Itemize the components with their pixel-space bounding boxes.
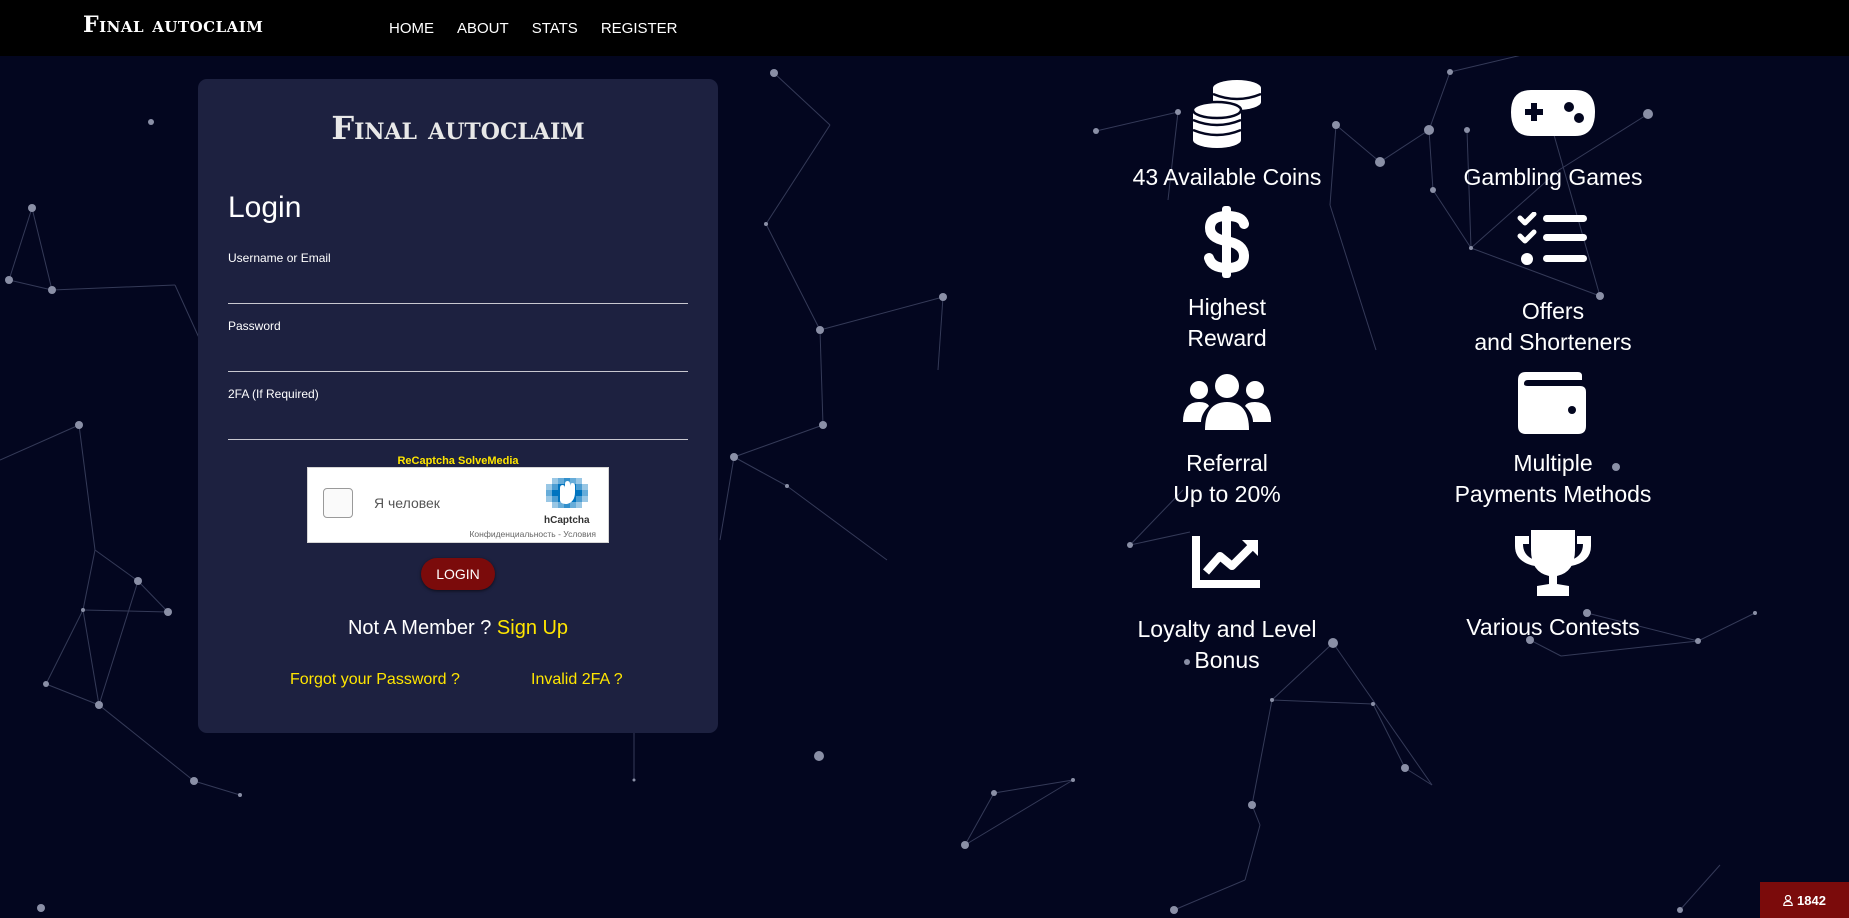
feature-loyalty-line2: Bonus [1194, 647, 1260, 673]
card-brand-logo: Final autoclaim [331, 109, 585, 147]
login-title: Login [228, 191, 302, 224]
hcaptcha-logo-icon [546, 478, 588, 508]
wallet-icon [1518, 372, 1586, 434]
brand-logo[interactable]: Final autoclaim [83, 12, 263, 38]
feature-referral-line2: Up to 20% [1173, 481, 1281, 507]
gamepad-icon [1511, 90, 1595, 136]
feature-payments: Multiple Payments Methods [1403, 372, 1703, 510]
hcaptcha-terms-link[interactable]: Конфиденциальность - Условия [469, 529, 596, 539]
invalid-2fa-link[interactable]: Invalid 2FA ? [531, 671, 623, 689]
feature-payments-line1: Multiple [1513, 450, 1593, 476]
recaptcha-link[interactable]: ReCaptcha [397, 455, 454, 467]
feature-loyalty: Loyalty and Level Bonus [1077, 536, 1377, 676]
solvemedia-link[interactable]: SolveMedia [458, 455, 519, 467]
dollar-icon [1204, 206, 1250, 278]
feature-gambling: Gambling Games [1403, 88, 1703, 193]
hcaptcha-label: Я человек [374, 495, 440, 511]
forgot-password-link[interactable]: Forgot your Password ? [290, 671, 460, 689]
online-counter-badge: 1842 [1760, 882, 1849, 918]
username-field: Username or Email [228, 251, 688, 304]
trophy-icon [1515, 530, 1591, 596]
login-card: Final autoclaim Login Username or Email … [198, 79, 718, 733]
feature-reward-line1: Highest [1188, 294, 1266, 320]
nav-stats[interactable]: STATS [532, 20, 578, 37]
not-member-text: Not A Member ? [347, 617, 492, 639]
feature-reward-line2: Reward [1187, 325, 1267, 351]
online-counter-value: 1842 [1797, 892, 1826, 908]
feature-contests: Various Contests [1403, 530, 1703, 643]
feature-referral-line1: Referral [1186, 450, 1268, 476]
main-nav: HOME ABOUT STATS REGISTER [389, 20, 678, 37]
nav-register[interactable]: REGISTER [601, 20, 678, 37]
feature-gambling-text: Gambling Games [1463, 164, 1643, 190]
feature-payments-line2: Payments Methods [1454, 481, 1652, 507]
password-input[interactable] [228, 339, 688, 372]
feature-referral: Referral Up to 20% [1077, 372, 1377, 510]
users-icon [1183, 374, 1271, 430]
checklist-icon [1517, 212, 1587, 265]
signup-prompt: Not A Member ? Sign Up [198, 617, 718, 640]
twofa-label: 2FA (If Required) [228, 387, 319, 401]
username-label: Username or Email [228, 251, 331, 265]
feature-offers: Offers and Shorteners [1403, 212, 1703, 358]
coins-icon [1191, 80, 1262, 148]
nav-about[interactable]: ABOUT [457, 20, 509, 37]
feature-coins-text: 43 Available Coins [1132, 164, 1322, 190]
password-label: Password [228, 319, 281, 333]
feature-coins: 43 Available Coins [1077, 78, 1377, 193]
feature-offers-line2: and Shorteners [1474, 329, 1632, 355]
feature-loyalty-line1: Loyalty and Level [1137, 616, 1317, 642]
twofa-field: 2FA (If Required) [228, 387, 688, 440]
feature-offers-line1: Offers [1521, 298, 1585, 324]
hcaptcha-checkbox[interactable] [323, 488, 353, 518]
login-button[interactable]: LOGIN [421, 558, 495, 590]
nav-home[interactable]: HOME [389, 20, 434, 37]
hcaptcha-widget: Я человек hCaptcha Конфиденциальность - … [307, 467, 609, 543]
hcaptcha-name: hCaptcha [544, 515, 590, 526]
password-field: Password [228, 319, 688, 372]
feature-reward: Highest Reward [1077, 206, 1377, 354]
captcha-switcher: ReCaptcha SolveMedia [198, 455, 718, 467]
username-input[interactable] [228, 271, 688, 304]
sign-up-link[interactable]: Sign Up [497, 617, 568, 639]
chart-line-icon [1192, 536, 1260, 588]
user-icon [1783, 894, 1793, 906]
feature-contests-text: Various Contests [1466, 614, 1640, 640]
twofa-input[interactable] [228, 407, 688, 440]
top-navbar: Final autoclaim HOME ABOUT STATS REGISTE… [0, 0, 1849, 56]
